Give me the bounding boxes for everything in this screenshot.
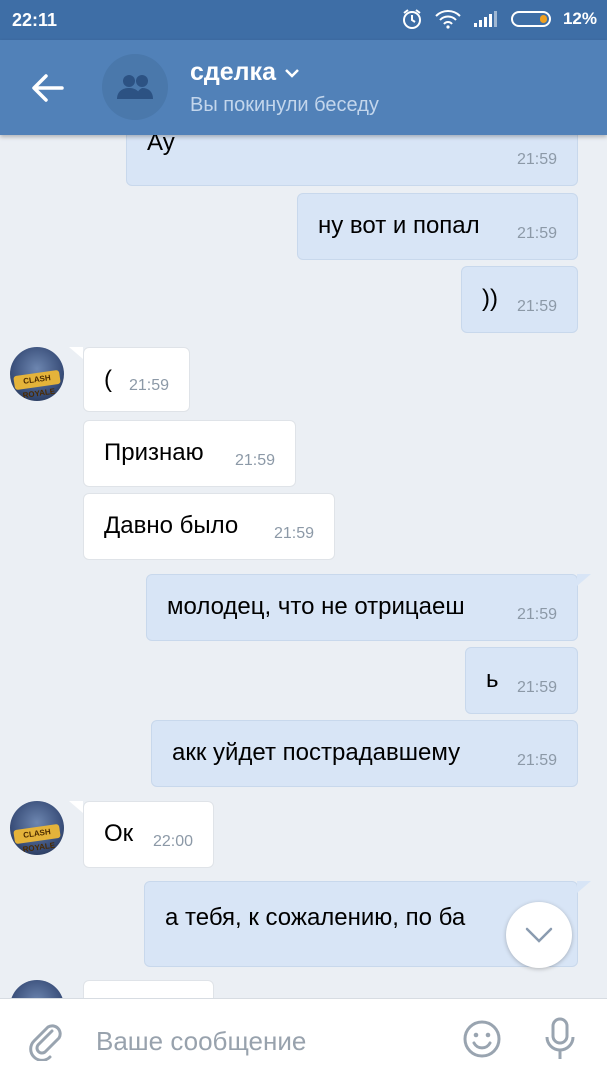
message-time: 22:00 — [152, 833, 193, 850]
sender-avatar[interactable] — [10, 980, 64, 998]
message-time: 21:59 — [273, 525, 314, 542]
battery-percent: 12% — [562, 9, 597, 28]
chat-title-text: сделка — [190, 58, 276, 86]
avatar-badge: CLASH ROYALE — [13, 369, 61, 400]
message-bubble-incoming[interactable] — [83, 980, 214, 998]
avatar-badge: CLASH ROYALE — [13, 823, 61, 854]
message-text: Признаю — [104, 439, 204, 466]
battery-icon — [510, 11, 551, 27]
message-bubble-incoming[interactable]: Признаю 21:59 — [83, 420, 296, 487]
message-composer: Ваше сообщение — [0, 998, 607, 1081]
message-bubble-outgoing[interactable]: ну вот и попал 21:59 — [297, 193, 578, 260]
message-bubble-outgoing[interactable]: ь 21:59 — [465, 647, 578, 714]
microphone-icon[interactable] — [544, 1017, 576, 1061]
message-time: 21:59 — [516, 752, 557, 769]
message-text: молодец, что не отрицаеш — [167, 593, 465, 620]
message-text: Ок — [104, 820, 134, 847]
sender-avatar[interactable]: CLASH ROYALE — [10, 801, 64, 855]
message-bubble-outgoing[interactable]: Ау 21:59 — [126, 135, 578, 186]
message-bubble-outgoing[interactable]: )) 21:59 — [461, 266, 578, 333]
message-text: а тебя, к сожалению, по ба — [165, 904, 466, 931]
bubble-tail — [577, 574, 591, 586]
status-bar: 22:11 12% — [0, 0, 607, 40]
smile-icon[interactable] — [462, 1019, 502, 1059]
message-time: 21:59 — [516, 606, 557, 623]
bubble-tail — [69, 801, 83, 813]
chevron-down-icon — [525, 927, 553, 943]
arrow-left-icon[interactable] — [28, 70, 68, 106]
message-text: )) — [482, 285, 498, 312]
message-bubble-incoming[interactable]: ( 21:59 — [83, 347, 190, 412]
chat-title[interactable]: сделка — [190, 58, 300, 87]
message-bubble-incoming[interactable]: Ок 22:00 — [83, 801, 214, 868]
status-icons: 12% — [401, 8, 597, 30]
message-text: Ау — [147, 135, 175, 156]
paperclip-icon[interactable] — [28, 1019, 64, 1061]
message-time: 21:59 — [516, 225, 557, 242]
chat-subtitle: Вы покинули беседу — [190, 94, 379, 116]
message-bubble-incoming[interactable]: Давно было 21:59 — [83, 493, 335, 560]
message-time: 21:59 — [516, 679, 557, 696]
message-text: ь — [486, 666, 499, 693]
wifi-icon — [435, 10, 461, 29]
message-time: 21:59 — [516, 151, 557, 168]
message-text: ( — [104, 366, 112, 393]
bubble-tail — [577, 881, 591, 893]
message-list[interactable]: Ау 21:59 ну вот и попал 21:59 )) 21:59 C… — [0, 135, 607, 998]
status-time: 22:11 — [12, 10, 58, 30]
signal-icon — [473, 11, 497, 27]
message-time: 21:59 — [516, 298, 557, 315]
people-icon — [117, 75, 153, 99]
message-bubble-outgoing[interactable]: молодец, что не отрицаеш 21:59 — [146, 574, 578, 641]
scroll-down-button[interactable] — [506, 902, 572, 968]
alarm-icon — [402, 9, 421, 29]
message-input[interactable]: Ваше сообщение — [96, 1026, 306, 1057]
message-time: 21:59 — [234, 452, 275, 469]
chat-header: сделка Вы покинули беседу — [0, 40, 607, 135]
chevron-down-icon — [285, 68, 299, 78]
group-avatar[interactable] — [102, 54, 168, 120]
message-text: Давно было — [104, 512, 239, 539]
bubble-tail — [69, 347, 83, 359]
message-time: 21:59 — [128, 377, 169, 394]
message-text: акк уйдет пострадавшему — [172, 739, 461, 766]
message-text: ну вот и попал — [318, 212, 480, 239]
message-bubble-outgoing[interactable]: акк уйдет пострадавшему 21:59 — [151, 720, 578, 787]
sender-avatar[interactable]: CLASH ROYALE — [10, 347, 64, 401]
